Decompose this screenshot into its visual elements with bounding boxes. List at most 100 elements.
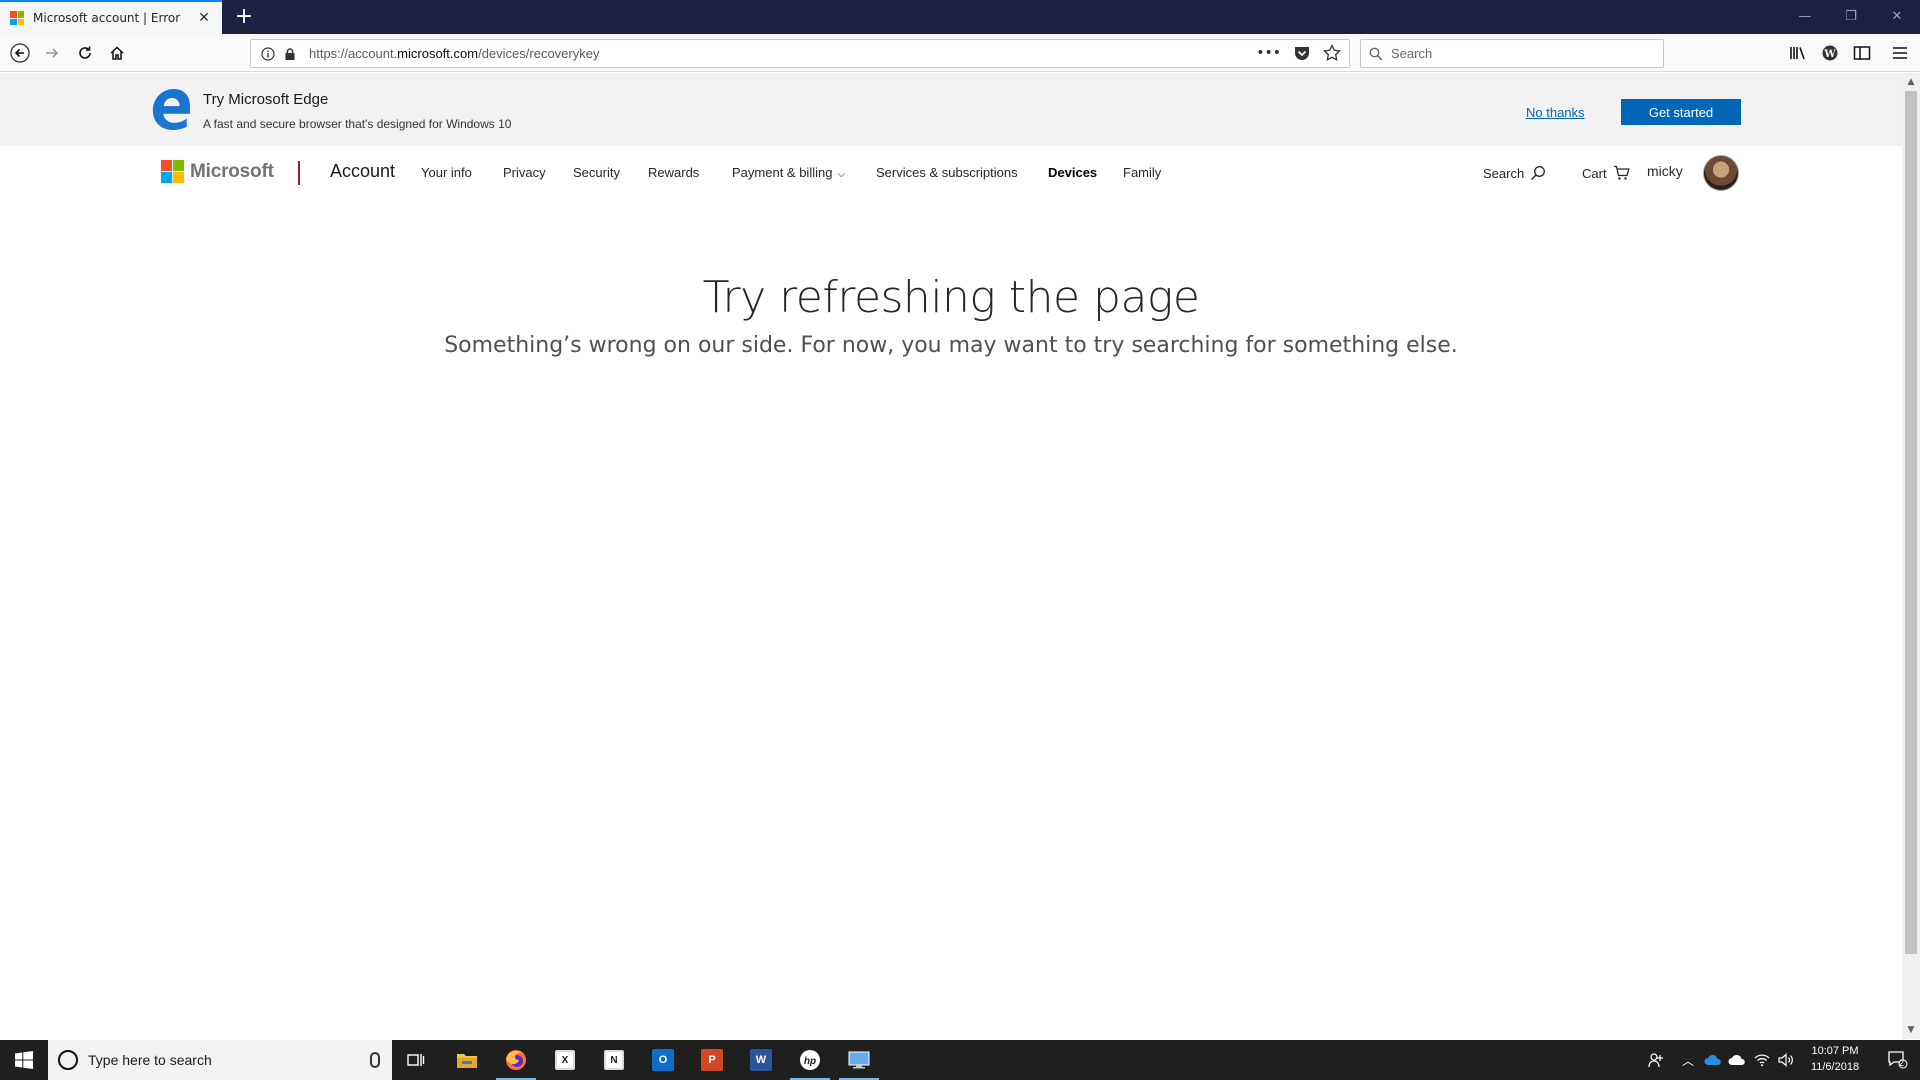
task-view-button[interactable] xyxy=(392,1040,440,1080)
nav-payment-billing[interactable]: Payment & billing ⌵ xyxy=(732,165,845,180)
nav-devices[interactable]: Devices xyxy=(1048,165,1097,180)
powerpoint-icon: P xyxy=(701,1049,723,1071)
reload-button[interactable] xyxy=(71,39,99,67)
onenote-icon: N xyxy=(604,1050,624,1070)
file-explorer-button[interactable] xyxy=(443,1040,491,1080)
show-hidden-icons-chevron-icon[interactable]: ︿ xyxy=(1682,1052,1694,1069)
nav-your-info[interactable]: Your info xyxy=(421,165,472,180)
promo-subtitle: A fast and secure browser that's designe… xyxy=(203,117,512,131)
search-icon xyxy=(1531,166,1546,181)
library-button[interactable] xyxy=(1784,39,1812,67)
minimize-button[interactable]: — xyxy=(1782,0,1828,34)
restore-button[interactable]: ❐ xyxy=(1828,0,1874,34)
nav-payment-billing-label: Payment & billing xyxy=(732,165,833,180)
clock-date: 11/6/2018 xyxy=(1810,1061,1860,1073)
home-icon xyxy=(110,46,124,60)
svg-text:hp: hp xyxy=(804,1056,816,1067)
username[interactable]: micky xyxy=(1647,163,1683,179)
scroll-up-icon[interactable]: ▲ xyxy=(1902,73,1920,91)
onenote-button[interactable]: N xyxy=(590,1040,638,1080)
home-button[interactable] xyxy=(103,39,131,67)
start-button[interactable] xyxy=(0,1040,48,1080)
lock-icon xyxy=(285,47,295,60)
volume-icon[interactable] xyxy=(1778,1053,1794,1067)
notification-icon xyxy=(1888,1051,1908,1069)
scroll-down-icon[interactable]: ▼ xyxy=(1902,1021,1920,1039)
excel-button[interactable]: X xyxy=(541,1040,589,1080)
cart-button[interactable]: Cart xyxy=(1582,165,1630,181)
forward-arrow-icon xyxy=(46,48,59,58)
back-arrow-icon xyxy=(10,43,30,63)
reload-icon xyxy=(79,46,91,59)
info-icon[interactable] xyxy=(261,46,275,61)
cart-label: Cart xyxy=(1582,165,1607,181)
taskbar-clock[interactable]: 10:07 PM 11/6/2018 xyxy=(1800,1043,1870,1075)
microsoft-wordmark: Microsoft xyxy=(190,160,274,182)
cortana-icon xyxy=(58,1050,78,1070)
sidebar-icon xyxy=(1853,46,1871,60)
hamburger-menu-icon xyxy=(1893,47,1907,59)
close-window-button[interactable]: ✕ xyxy=(1874,0,1920,34)
cart-icon xyxy=(1613,165,1630,180)
firefox-button[interactable] xyxy=(492,1040,540,1080)
header-search-button[interactable]: Search xyxy=(1483,165,1546,181)
browser-tab-active[interactable]: Microsoft account | Error ✕ xyxy=(0,0,222,34)
sidebar-toggle-button[interactable] xyxy=(1848,39,1876,67)
header-search-label: Search xyxy=(1483,165,1525,181)
nav-security[interactable]: Security xyxy=(573,165,620,180)
taskbar-search-box[interactable]: Type here to search xyxy=(48,1040,392,1080)
wifi-icon[interactable] xyxy=(1754,1053,1770,1067)
browser-tab-bar: Microsoft account | Error ✕ + — ❐ ✕ xyxy=(0,0,1920,34)
powerpoint-button[interactable]: P xyxy=(688,1040,736,1080)
nav-rewards[interactable]: Rewards xyxy=(648,165,699,180)
remote-desktop-button[interactable] xyxy=(835,1040,883,1080)
word-button[interactable]: W xyxy=(737,1040,785,1080)
tab-close-icon[interactable]: ✕ xyxy=(196,10,212,26)
avatar[interactable] xyxy=(1703,155,1739,191)
nav-family[interactable]: Family xyxy=(1123,165,1161,180)
windows-taskbar: Type here to search X N O P W hp ︿ 10:07… xyxy=(0,1040,1920,1080)
nav-privacy[interactable]: Privacy xyxy=(503,165,546,180)
browser-search-bar[interactable] xyxy=(1360,39,1664,68)
onedrive-icon[interactable] xyxy=(1728,1054,1746,1066)
account-site-header: Microsoft Account Your info Privacy Secu… xyxy=(0,146,1902,200)
microsoft-logo[interactable]: Microsoft xyxy=(161,160,274,183)
hp-logo-icon: hp xyxy=(800,1050,820,1070)
no-thanks-link[interactable]: No thanks xyxy=(1526,105,1585,120)
remote-desktop-icon xyxy=(848,1051,870,1069)
microsoft-favicon-icon xyxy=(10,11,24,25)
error-heading: Try refreshing the page xyxy=(702,272,1200,323)
forward-button[interactable] xyxy=(38,39,66,67)
task-view-icon xyxy=(407,1054,425,1066)
edge-promo-banner: Try Microsoft Edge A fast and secure bro… xyxy=(0,73,1902,146)
header-divider xyxy=(298,161,300,185)
microphone-icon[interactable] xyxy=(370,1052,380,1068)
browser-search-input[interactable] xyxy=(1391,46,1651,61)
pocket-icon[interactable] xyxy=(1293,44,1311,62)
action-center-button[interactable]: 2 xyxy=(1876,1040,1920,1080)
nav-services-subscriptions[interactable]: Services & subscriptions xyxy=(876,165,1018,180)
edge-logo-icon xyxy=(152,88,191,130)
back-button[interactable] xyxy=(6,39,34,67)
account-home-link[interactable]: Account xyxy=(330,161,395,182)
chevron-down-icon: ⌵ xyxy=(837,169,846,180)
hp-app-button[interactable]: hp xyxy=(786,1040,834,1080)
url-bar[interactable]: https://account.microsoft.com/devices/re… xyxy=(250,39,1350,68)
system-tray: ︿ xyxy=(1648,1040,1794,1080)
clock-time: 10:07 PM xyxy=(1811,1045,1859,1057)
extension-button[interactable]: W xyxy=(1816,39,1844,67)
bookmark-star-icon[interactable] xyxy=(1323,44,1341,62)
people-icon[interactable] xyxy=(1648,1052,1664,1068)
excel-icon: X xyxy=(555,1050,575,1070)
menu-button[interactable] xyxy=(1886,39,1914,67)
get-started-button[interactable]: Get started xyxy=(1621,99,1741,125)
url-text: https://account.microsoft.com/devices/re… xyxy=(309,46,600,61)
outlook-button[interactable]: O xyxy=(639,1040,687,1080)
browser-nav-bar: https://account.microsoft.com/devices/re… xyxy=(0,34,1920,72)
tab-title: Microsoft account | Error xyxy=(33,11,181,25)
onedrive-business-icon[interactable] xyxy=(1704,1054,1722,1066)
page-actions-icon[interactable]: ••• xyxy=(1256,44,1281,62)
windows-logo-icon xyxy=(15,1051,33,1069)
new-tab-button[interactable]: + xyxy=(230,3,258,31)
scrollbar-thumb[interactable] xyxy=(1905,91,1917,954)
